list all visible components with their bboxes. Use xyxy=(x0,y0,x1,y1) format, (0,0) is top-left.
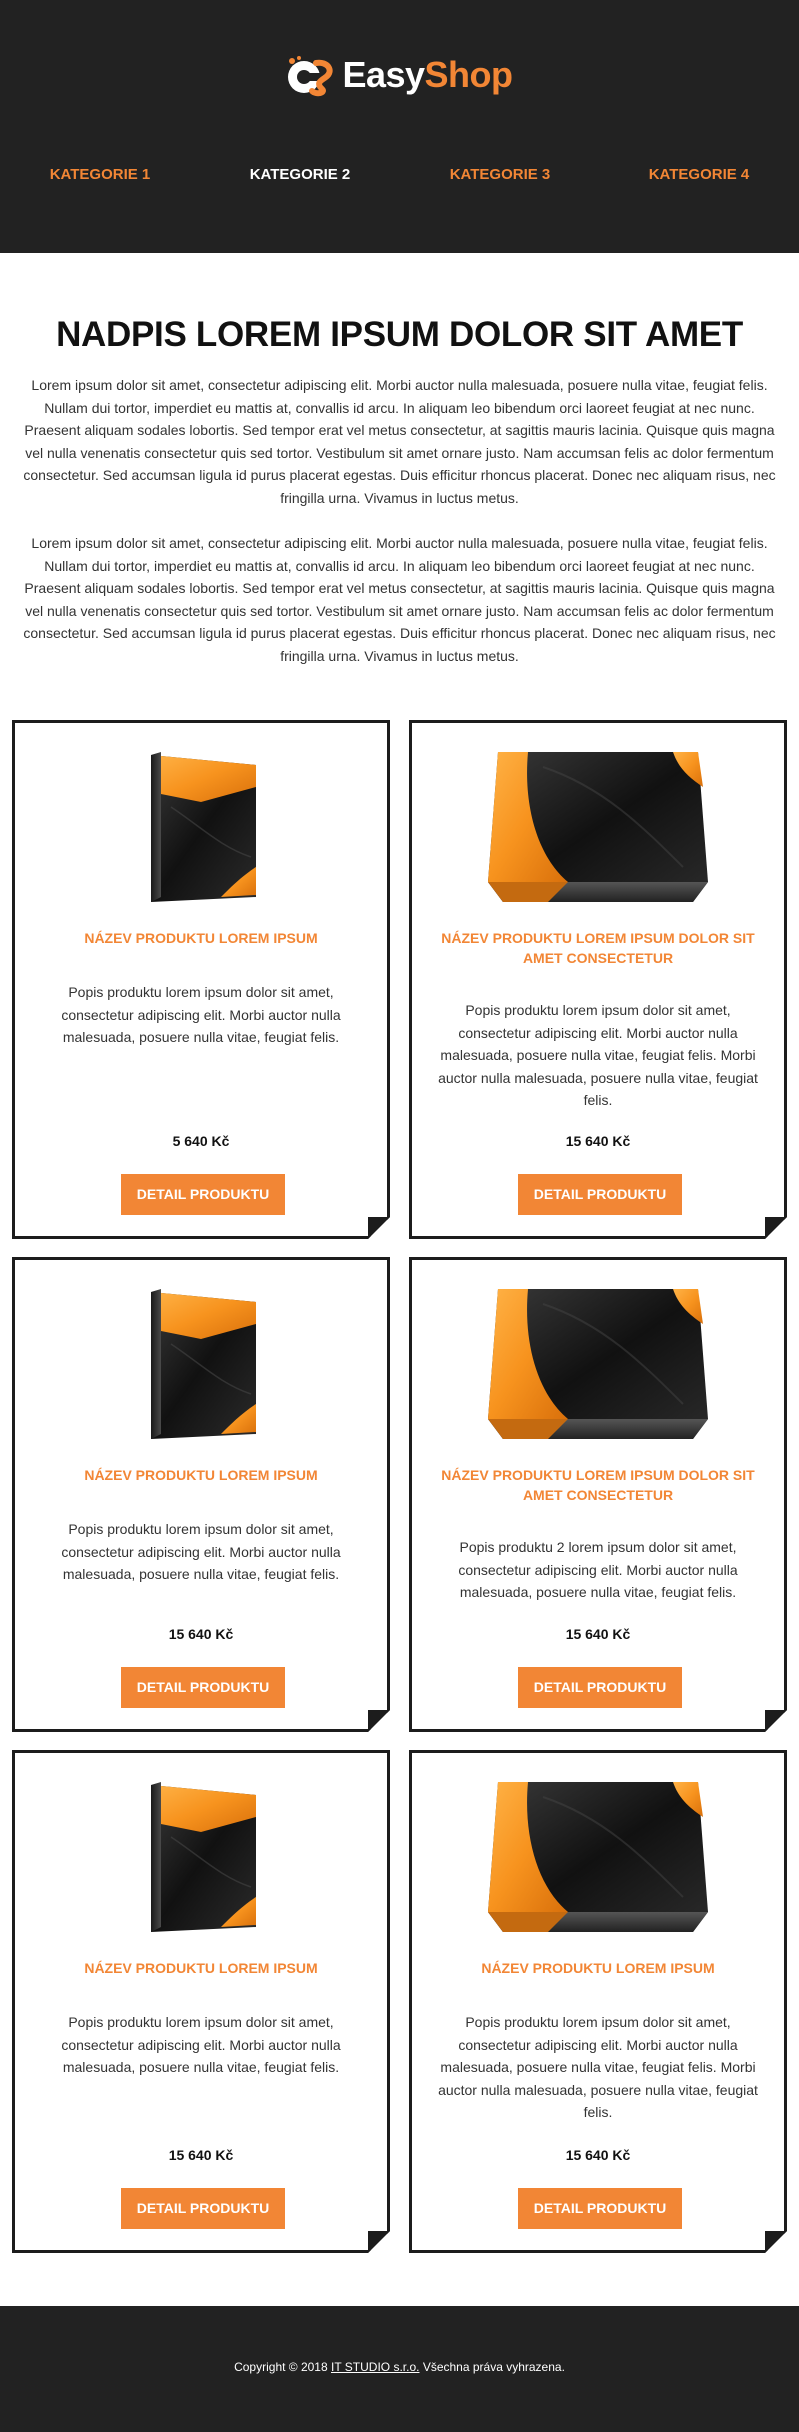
company-link[interactable]: IT STUDIO s.r.o. xyxy=(331,2360,419,2374)
product-description: Popis produktu lorem ipsum dolor sit ame… xyxy=(61,1521,341,1582)
logo-text: EasyShop xyxy=(342,54,513,96)
intro-paragraph-2: Lorem ipsum dolor sit amet, consectetur … xyxy=(23,535,776,664)
corner-fold-icon xyxy=(765,2231,787,2253)
product-name[interactable]: NÁZEV PRODUKTU LOREM IPSUM DOLOR SIT AME… xyxy=(432,928,764,968)
wide-box-icon xyxy=(488,1782,708,1932)
product-price: 15 640 Kč xyxy=(565,1133,631,1149)
product-description: Popis produktu lorem ipsum dolor sit ame… xyxy=(438,1002,758,1108)
wide-box-icon xyxy=(488,752,708,902)
nav-item-kategorie-4[interactable]: KATEGORIE 4 xyxy=(599,166,799,183)
detail-product-button[interactable]: DETAIL PRODUKTU xyxy=(518,1174,682,1215)
logo-text-easy: Easy xyxy=(342,54,425,95)
nav-item-kategorie-2[interactable]: KATEGORIE 2 xyxy=(200,166,400,183)
product-price: 5 640 Kč xyxy=(172,1133,230,1149)
product-card: NÁZEV PRODUKTU LOREM IPSUM Popis produkt… xyxy=(12,1257,390,1732)
copyright-suffix: Všechna práva vyhrazena. xyxy=(422,2360,565,2374)
detail-product-button[interactable]: DETAIL PRODUKTU xyxy=(121,1174,285,1215)
product-description: Popis produktu lorem ipsum dolor sit ame… xyxy=(61,2014,341,2075)
nav-item-kategorie-1[interactable]: KATEGORIE 1 xyxy=(0,166,200,183)
detail-product-button[interactable]: DETAIL PRODUKTU xyxy=(518,1667,682,1708)
category-nav: KATEGORIE 1 KATEGORIE 2 KATEGORIE 3 KATE… xyxy=(0,166,799,190)
tall-box-icon xyxy=(151,1289,256,1439)
detail-product-button[interactable]: DETAIL PRODUKTU xyxy=(121,2188,285,2229)
detail-product-button[interactable]: DETAIL PRODUKTU xyxy=(518,2188,682,2229)
product-price: 15 640 Kč xyxy=(565,2147,631,2163)
site-header: EasyShop KATEGORIE 1 KATEGORIE 2 KATEGOR… xyxy=(0,0,799,253)
product-price: 15 640 Kč xyxy=(168,2147,234,2163)
copyright-prefix: Copyright © 2018 xyxy=(234,2360,328,2374)
tall-box-icon xyxy=(151,1782,256,1932)
product-description: Popis produktu 2 lorem ipsum dolor sit a… xyxy=(458,1539,738,1600)
product-name[interactable]: NÁZEV PRODUKTU LOREM IPSUM DOLOR SIT AME… xyxy=(432,1465,764,1505)
product-price: 15 640 Kč xyxy=(168,1626,234,1642)
wide-box-icon xyxy=(488,1289,708,1439)
corner-fold-icon xyxy=(765,1710,787,1732)
product-name[interactable]: NÁZEV PRODUKTU LOREM IPSUM xyxy=(35,928,367,948)
intro-paragraph-1: Lorem ipsum dolor sit amet, consectetur … xyxy=(23,377,776,506)
corner-fold-icon xyxy=(368,1710,390,1732)
product-price: 15 640 Kč xyxy=(565,1626,631,1642)
corner-fold-icon xyxy=(765,1217,787,1239)
copyright-text: Copyright © 2018 IT STUDIO s.r.o. Všechn… xyxy=(0,2360,799,2374)
product-card: NÁZEV PRODUKTU LOREM IPSUM DOLOR SIT AME… xyxy=(409,1257,787,1732)
page-title: NADPIS LOREM IPSUM DOLOR SIT AMET xyxy=(56,315,743,354)
product-description: Popis produktu lorem ipsum dolor sit ame… xyxy=(438,2014,758,2120)
logo[interactable]: EasyShop xyxy=(0,52,799,98)
product-card: NÁZEV PRODUKTU LOREM IPSUM Popis produkt… xyxy=(12,720,390,1239)
nav-item-kategorie-3[interactable]: KATEGORIE 3 xyxy=(400,166,600,183)
product-card: NÁZEV PRODUKTU LOREM IPSUM DOLOR SIT AME… xyxy=(409,720,787,1239)
easyshop-logo-icon xyxy=(288,56,333,97)
product-card: NÁZEV PRODUKTU LOREM IPSUM Popis produkt… xyxy=(12,1750,390,2253)
product-card: NÁZEV PRODUKTU LOREM IPSUM Popis produkt… xyxy=(409,1750,787,2253)
corner-fold-icon xyxy=(368,2231,390,2253)
product-name[interactable]: NÁZEV PRODUKTU LOREM IPSUM xyxy=(432,1958,764,1978)
tall-box-icon xyxy=(151,752,256,902)
corner-fold-icon xyxy=(368,1217,390,1239)
product-name[interactable]: NÁZEV PRODUKTU LOREM IPSUM xyxy=(35,1958,367,1978)
detail-product-button[interactable]: DETAIL PRODUKTU xyxy=(121,1667,285,1708)
site-footer: Copyright © 2018 IT STUDIO s.r.o. Všechn… xyxy=(0,2306,799,2432)
product-name[interactable]: NÁZEV PRODUKTU LOREM IPSUM xyxy=(35,1465,367,1485)
logo-text-shop: Shop xyxy=(424,54,513,95)
product-description: Popis produktu lorem ipsum dolor sit ame… xyxy=(61,984,341,1045)
